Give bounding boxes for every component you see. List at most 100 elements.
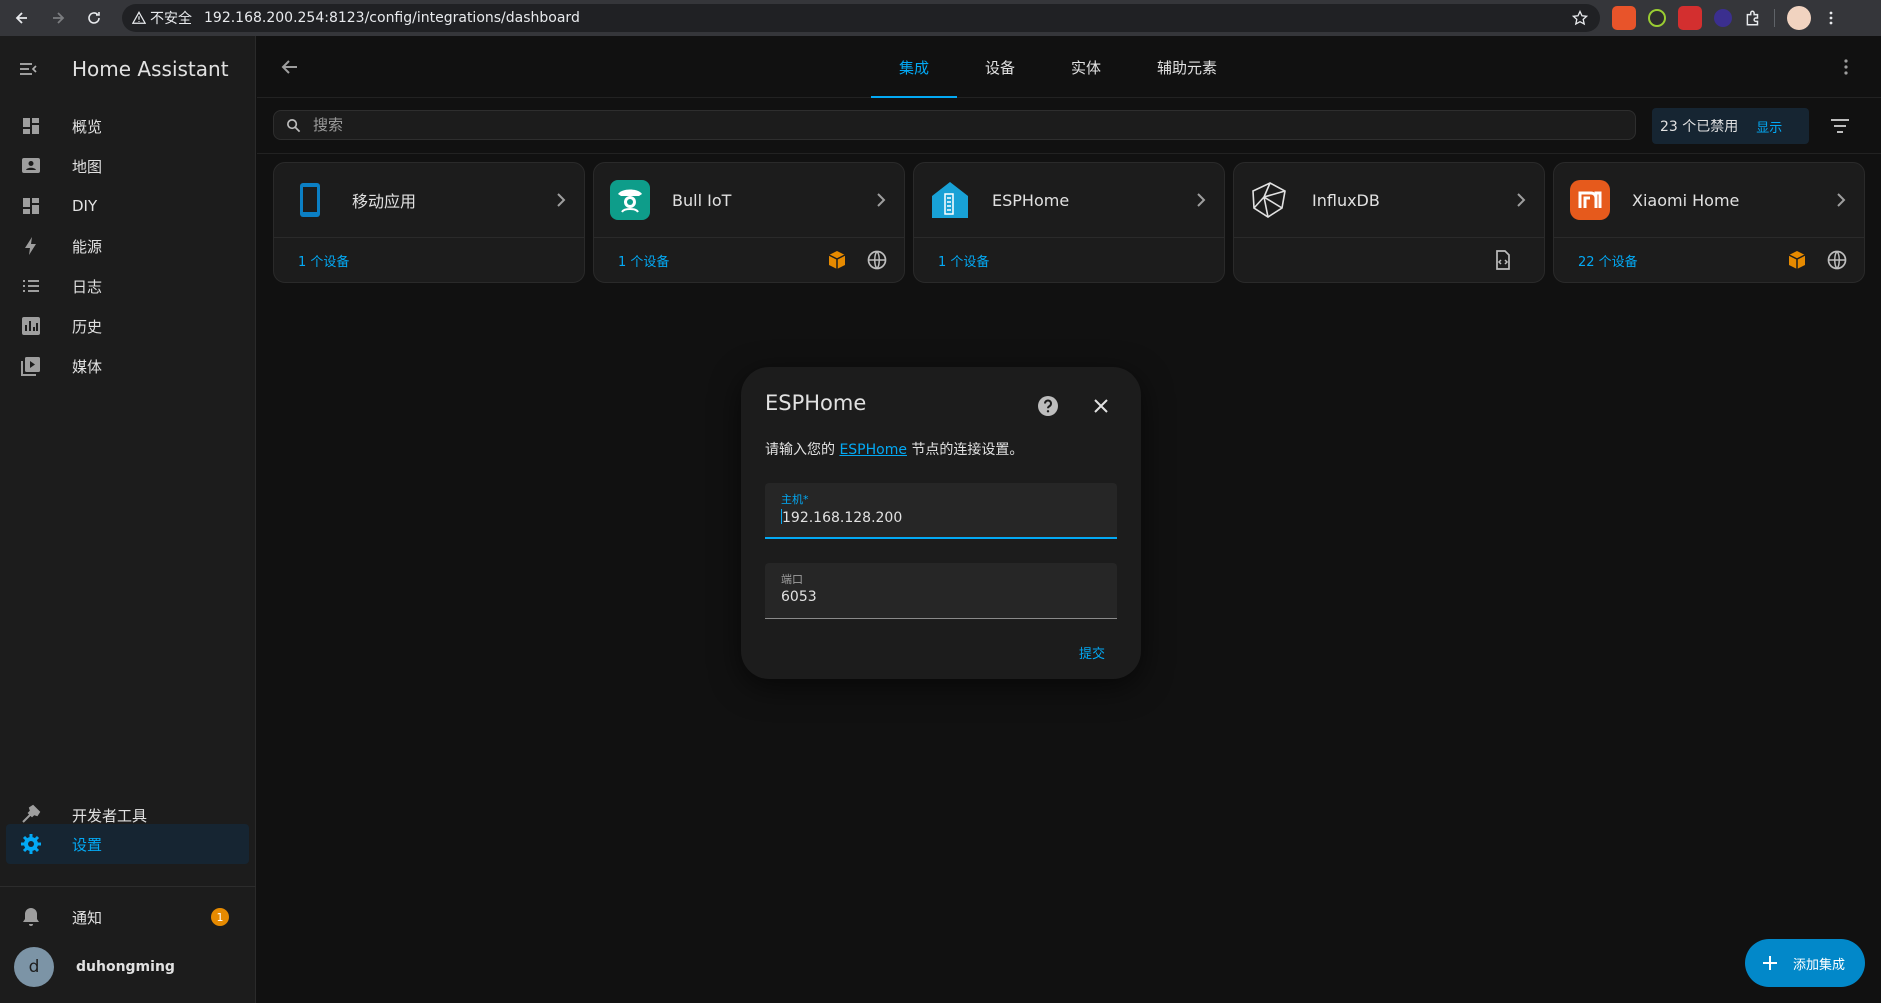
url-text: 192.168.200.254:8123/config/integrations… [204, 10, 580, 26]
arrow-right-icon [53, 12, 65, 24]
sidebar-item-label: DIY [72, 197, 98, 215]
custom-integration-package-icon[interactable] [826, 249, 848, 271]
sidebar-item-label: 能源 [72, 237, 103, 256]
browser-back-button[interactable] [8, 4, 36, 32]
chevron-right-icon [877, 193, 886, 207]
extension-1-icon[interactable] [1612, 6, 1636, 30]
card-header[interactable]: Bull IoT [594, 163, 904, 238]
yaml-file-code-icon[interactable] [1492, 249, 1514, 271]
warning-icon [132, 11, 146, 24]
sidebar-item-diy[interactable]: DIY [6, 186, 249, 226]
sidebar-item-settings[interactable]: 设置 [6, 824, 249, 864]
avatar: d [14, 947, 54, 987]
tab-entities[interactable]: 实体 [1043, 36, 1129, 98]
address-bar[interactable]: 不安全 192.168.200.254:8123/config/integrat… [122, 4, 1600, 32]
close-icon[interactable] [1092, 397, 1110, 415]
add-integration-button[interactable]: 添加集成 [1745, 939, 1865, 987]
port-input[interactable]: 6053 [781, 589, 817, 605]
top-app-bar: 集成 设备 实体 辅助元素 [257, 36, 1881, 98]
reload-icon [88, 12, 100, 24]
show-disabled-button[interactable]: 显示 [1756, 117, 1782, 136]
integration-card-esphome[interactable]: ESPHome 1 个设备 [913, 162, 1225, 283]
sidebar-item-map[interactable]: 地图 [6, 146, 249, 186]
puzzle-extensions-icon[interactable] [1744, 9, 1762, 27]
sidebar-item-notifications[interactable]: 通知 1 [6, 897, 249, 937]
search-row: 23 个已禁用 显示 [257, 98, 1881, 154]
integration-card-influxdb[interactable]: InfluxDB [1233, 162, 1545, 283]
profile-avatar-icon[interactable] [1787, 6, 1811, 30]
cloud-globe-icon[interactable] [866, 249, 888, 271]
bull-iot-logo-icon [610, 180, 650, 220]
extension-4-icon[interactable] [1714, 9, 1732, 27]
desc-text-before: 请输入您的 [765, 442, 840, 458]
device-count-link[interactable]: 1 个设备 [938, 251, 989, 270]
gear-icon [20, 833, 42, 855]
sidebar-item-logbook[interactable]: 日志 [6, 266, 249, 306]
notification-count-badge: 1 [211, 908, 229, 926]
bookmark-star-icon[interactable] [1572, 10, 1588, 26]
desc-text-after: 节点的连接设置。 [906, 442, 1024, 458]
sidebar-item-label: 开发者工具 [72, 806, 148, 825]
more-vert-icon[interactable] [1837, 58, 1855, 76]
host-field[interactable]: 主机* 192.168.128.200 [765, 483, 1117, 539]
sidebar-item-energy[interactable]: 能源 [6, 226, 249, 266]
card-header[interactable]: InfluxDB [1234, 163, 1544, 238]
cloud-globe-icon[interactable] [1826, 249, 1848, 271]
influxdb-logo-icon [1250, 180, 1290, 220]
extension-3-icon[interactable] [1678, 6, 1702, 30]
dashboard-icon [20, 195, 42, 217]
config-tabs: 集成 设备 实体 辅助元素 [871, 36, 1245, 98]
tab-integrations[interactable]: 集成 [871, 36, 958, 98]
back-arrow-icon[interactable] [279, 56, 301, 78]
esphome-docs-link[interactable]: ESPHome [839, 442, 907, 458]
insecure-label: 不安全 [150, 11, 192, 27]
sidebar-item-label: 日志 [72, 277, 103, 296]
search-box[interactable] [273, 110, 1636, 140]
extensions-area [1612, 6, 1839, 30]
host-value: 192.168.128.200 [782, 510, 903, 526]
integration-card-bull-iot[interactable]: Bull IoT 1 个设备 [593, 162, 905, 283]
sidebar-item-label: 设置 [72, 835, 103, 854]
sidebar-item-profile[interactable]: d duhongming [6, 943, 249, 991]
submit-button[interactable]: 提交 [1079, 643, 1105, 662]
integration-name: InfluxDB [1312, 190, 1380, 210]
filter-icon[interactable] [1829, 116, 1851, 136]
device-count-link[interactable]: 22 个设备 [1578, 251, 1638, 270]
sidebar-item-media[interactable]: 媒体 [6, 346, 249, 386]
sidebar-title: Home Assistant [72, 57, 229, 81]
device-count-link[interactable]: 1 个设备 [618, 251, 669, 270]
search-icon [287, 118, 301, 132]
sidebar-item-overview[interactable]: 概览 [6, 106, 249, 146]
add-integration-label: 添加集成 [1793, 957, 1846, 973]
browser-menu-icon[interactable] [1823, 10, 1839, 26]
card-footer [1234, 238, 1544, 283]
integration-name: ESPHome [992, 190, 1070, 210]
dialog-description: 请输入您的 ESPHome 节点的连接设置。 [765, 439, 1023, 459]
card-header[interactable]: Xiaomi Home [1554, 163, 1864, 238]
integration-card-mobile-app[interactable]: 移动应用 1 个设备 [273, 162, 585, 283]
search-input[interactable] [313, 116, 1513, 134]
dashboard-icon [20, 115, 42, 137]
tab-helpers[interactable]: 辅助元素 [1129, 36, 1245, 98]
insecure-indicator[interactable]: 不安全 [132, 8, 192, 28]
browser-forward-button[interactable] [44, 4, 72, 32]
sidebar: Home Assistant 概览 地图 DIY 能源 日志 历史 媒体 开发者… [0, 36, 256, 1003]
custom-integration-package-icon[interactable] [1786, 249, 1808, 271]
card-header[interactable]: 移动应用 [274, 163, 584, 238]
lightning-icon [20, 235, 42, 257]
help-icon[interactable] [1037, 395, 1059, 417]
sidebar-item-history[interactable]: 历史 [6, 306, 249, 346]
sidebar-divider [0, 886, 256, 887]
host-input[interactable]: 192.168.128.200 [781, 509, 902, 526]
device-count-link[interactable]: 1 个设备 [298, 251, 349, 270]
port-field[interactable]: 端口 6053 [765, 563, 1117, 619]
chevron-right-icon [1517, 193, 1526, 207]
tab-devices[interactable]: 设备 [957, 36, 1043, 98]
card-header[interactable]: ESPHome [914, 163, 1224, 238]
browser-reload-button[interactable] [80, 4, 108, 32]
menu-collapse-icon[interactable] [18, 59, 38, 79]
toolbar-divider [1774, 9, 1775, 27]
extension-2-icon[interactable] [1648, 9, 1666, 27]
integration-name: Xiaomi Home [1632, 190, 1740, 210]
integration-card-xiaomi-home[interactable]: Xiaomi Home 22 个设备 [1553, 162, 1865, 283]
